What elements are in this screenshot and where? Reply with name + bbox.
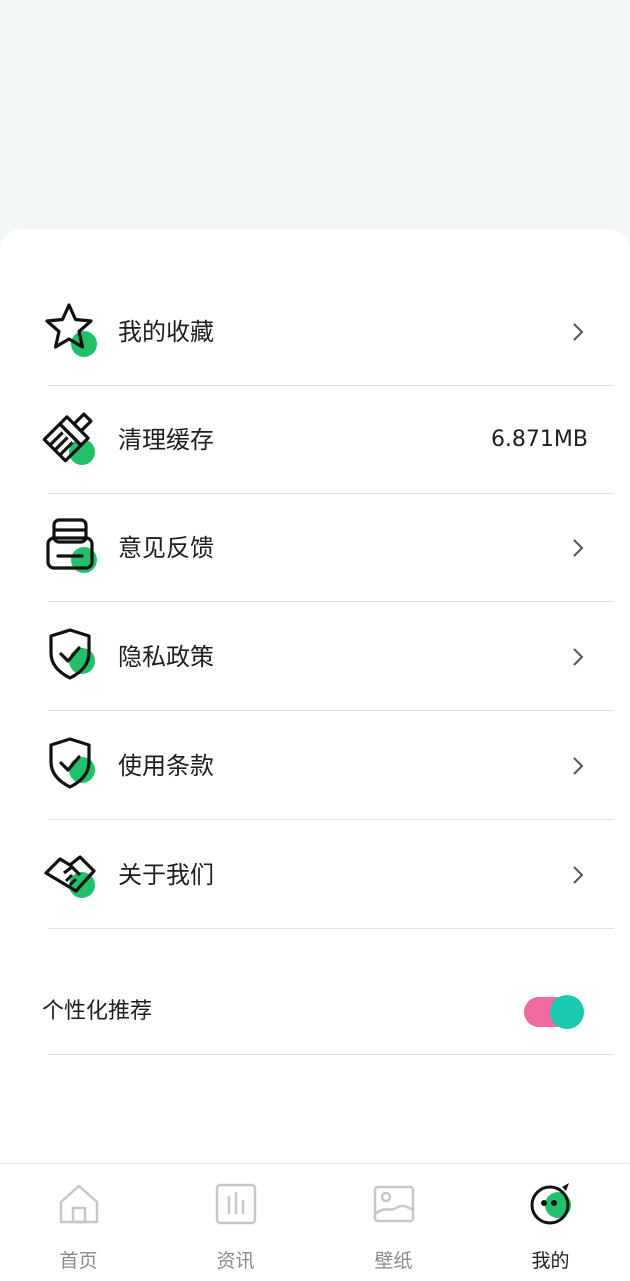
menu-item-terms-of-use[interactable]: 使用条款 <box>48 712 614 820</box>
menu-item-label: 清理缓存 <box>118 426 214 454</box>
news-icon <box>214 1182 258 1226</box>
personalized-recommendation-toggle[interactable] <box>524 995 584 1029</box>
shield-check-icon <box>42 734 102 794</box>
personalized-recommendation-row: 个性化推荐 <box>42 950 614 1055</box>
bottom-tab-bar: 首页 资讯 壁纸 我的 <box>0 1163 630 1281</box>
menu-item-label: 我的收藏 <box>118 318 214 346</box>
profile-face-icon <box>529 1182 573 1226</box>
tab-label: 首页 <box>59 1250 98 1272</box>
tab-profile[interactable]: 我的 <box>472 1164 629 1281</box>
chevron-right-icon <box>568 647 588 667</box>
menu-item-label: 隐私政策 <box>118 643 214 671</box>
chevron-right-icon <box>568 538 588 558</box>
tab-home[interactable]: 首页 <box>0 1164 157 1281</box>
tab-wallpaper[interactable]: 壁纸 <box>315 1164 472 1281</box>
tab-label: 我的 <box>531 1250 570 1272</box>
shield-check-icon <box>42 625 102 685</box>
tab-news[interactable]: 资讯 <box>157 1164 314 1281</box>
cache-size-value: 6.871MB <box>490 427 588 452</box>
header-background <box>0 0 630 240</box>
menu-item-label: 使用条款 <box>118 752 214 780</box>
tab-label: 壁纸 <box>374 1250 413 1272</box>
feedback-icon <box>42 516 102 576</box>
chevron-right-icon <box>568 865 588 885</box>
menu-item-favorites[interactable]: 我的收藏 <box>45 278 614 386</box>
menu-item-feedback[interactable]: 意见反馈 <box>46 494 614 602</box>
home-icon <box>57 1182 101 1226</box>
personalized-recommendation-label: 个性化推荐 <box>42 999 153 1024</box>
star-icon <box>42 300 102 360</box>
menu-item-privacy-policy[interactable]: 隐私政策 <box>48 603 614 711</box>
menu-item-about-us[interactable]: 关于我们 <box>44 821 614 929</box>
tab-label: 资讯 <box>216 1250 255 1272</box>
wallpaper-icon <box>372 1182 416 1226</box>
handshake-icon <box>42 843 102 903</box>
toggle-knob <box>550 995 584 1029</box>
menu-item-label: 关于我们 <box>118 861 214 889</box>
chevron-right-icon <box>568 322 588 342</box>
menu-item-label: 意见反馈 <box>118 534 214 562</box>
menu-item-clear-cache[interactable]: 清理缓存 6.871MB <box>42 386 614 494</box>
chevron-right-icon <box>568 756 588 776</box>
broom-icon <box>42 408 102 468</box>
